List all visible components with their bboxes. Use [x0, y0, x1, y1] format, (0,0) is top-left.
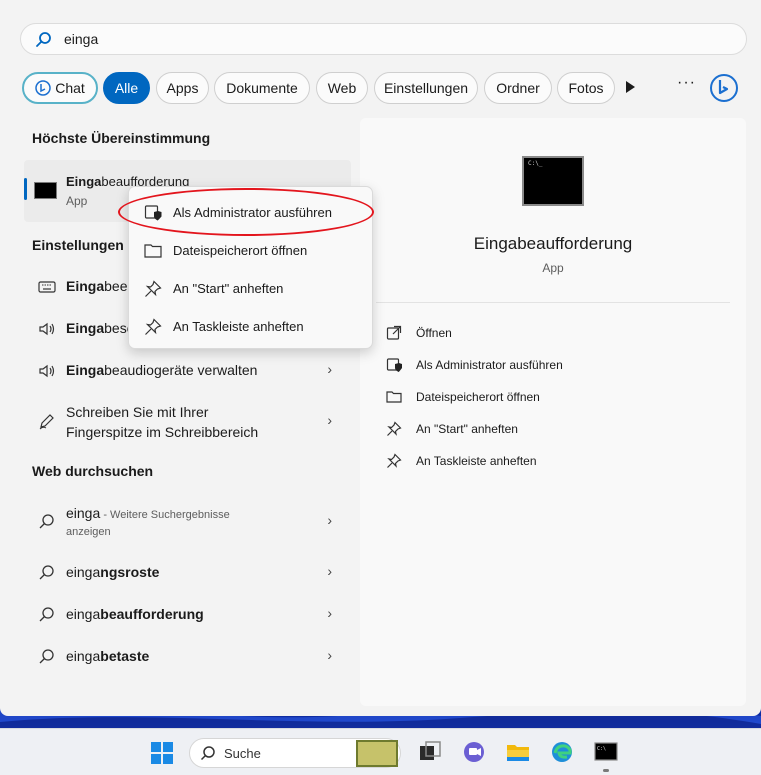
settings-item-label: Eingabesc: [66, 320, 134, 336]
settings-item-label-line1: Schreiben Sie mit Ihrer: [66, 404, 209, 420]
settings-item-label: Eingabeaudiogeräte verwalten: [66, 362, 258, 378]
chevron-right-icon: ›: [327, 647, 332, 663]
folder-icon: [386, 391, 402, 403]
detail-title: Eingabeaufforderung: [473, 234, 633, 253]
filter-chat[interactable]: Chat: [22, 72, 98, 104]
filter-bar: Chat Alle Apps Dokumente Web Einstellung…: [20, 72, 755, 104]
svg-text:C:\: C:\: [597, 746, 606, 752]
pin-icon: [387, 453, 402, 468]
context-item-label: An Taskleiste anheften: [173, 319, 304, 334]
chevron-right-icon: ›: [327, 512, 332, 528]
best-match-type: App: [66, 194, 88, 208]
bing-chat-icon: [35, 80, 51, 96]
filter-fotos[interactable]: Fotos: [557, 72, 615, 104]
search-icon: [39, 649, 54, 664]
web-search-heading: Web durchsuchen: [32, 463, 154, 479]
web-item[interactable]: eingabeaufforderung ›: [32, 596, 342, 632]
settings-item[interactable]: Eingabeaudiogeräte verwalten ›: [32, 352, 342, 388]
search-icon: [200, 746, 215, 761]
action-label: Dateispeicherort öffnen: [416, 390, 540, 404]
folder-icon: [144, 244, 162, 258]
filter-alle[interactable]: Alle: [103, 72, 150, 104]
file-explorer-icon[interactable]: [506, 740, 530, 764]
start-search-panel: einga Chat Alle Apps Dokumente Web Einst…: [0, 0, 761, 716]
speaker-icon: [39, 364, 55, 378]
settings-item-label: Eingabeei: [66, 278, 131, 294]
action-pin-taskbar[interactable]: An Taskleiste anheften: [386, 450, 726, 472]
action-label: An "Start" anheften: [416, 422, 518, 436]
context-pin-taskbar[interactable]: An Taskleiste anheften: [129, 308, 372, 344]
selection-indicator: [24, 178, 27, 200]
taskbar-search-label: Suche: [224, 746, 261, 761]
taskbar-search[interactable]: Suche: [189, 738, 401, 768]
web-item-label: eingabeaufforderung: [66, 606, 204, 622]
search-icon: [39, 514, 54, 529]
action-open[interactable]: Öffnen: [386, 322, 726, 344]
settings-item-label-line2: Fingerspitze im Schreibbereich: [66, 424, 259, 440]
filter-einstellungen[interactable]: Einstellungen: [374, 72, 478, 104]
web-item-label: einga - Weitere Suchergebnisse: [66, 505, 230, 521]
detail-type: App: [542, 261, 564, 275]
bing-icon[interactable]: [708, 72, 740, 104]
web-item[interactable]: einga - Weitere Suchergebnisse anzeigen …: [32, 500, 342, 544]
teams-chat-icon[interactable]: [462, 740, 486, 764]
web-item-hint: anzeigen: [66, 526, 111, 538]
context-item-label: An "Start" anheften: [173, 281, 284, 296]
search-icon: [39, 565, 54, 580]
chevron-right-icon: ›: [327, 563, 332, 579]
action-pin-start[interactable]: An "Start" anheften: [386, 418, 726, 440]
more-options-icon[interactable]: ···: [677, 74, 696, 92]
search-box[interactable]: einga: [20, 23, 747, 55]
windows-start-icon[interactable]: [151, 742, 173, 764]
pen-icon: [39, 414, 54, 430]
settings-item[interactable]: Schreiben Sie mit Ihrer Fingerspitze im …: [32, 395, 342, 445]
settings-heading: Einstellungen: [32, 237, 124, 253]
search-input[interactable]: einga: [64, 31, 98, 47]
web-item[interactable]: eingangsroste ›: [32, 554, 342, 590]
cmd-app-large-icon: C:\_: [522, 156, 584, 206]
divider: [376, 302, 730, 303]
running-indicator: [603, 769, 609, 772]
cmd-app-icon: [34, 182, 57, 199]
context-open-location[interactable]: Dateispeicherort öffnen: [129, 232, 372, 268]
best-match-heading: Höchste Übereinstimmung: [32, 130, 211, 146]
task-view-icon[interactable]: [418, 740, 442, 764]
web-item[interactable]: eingabetaste ›: [32, 638, 342, 674]
cmd-taskbar-icon[interactable]: C:\: [594, 740, 618, 764]
pin-icon: [145, 318, 162, 335]
context-pin-start[interactable]: An "Start" anheften: [129, 270, 372, 306]
filter-ordner[interactable]: Ordner: [484, 72, 552, 104]
filter-chat-label: Chat: [55, 80, 85, 96]
open-external-icon: [386, 325, 402, 340]
filter-web[interactable]: Web: [316, 72, 368, 104]
keyboard-icon: [38, 281, 56, 293]
action-run-as-admin[interactable]: Als Administrator ausführen: [386, 354, 726, 376]
pin-icon: [145, 280, 162, 297]
action-open-location[interactable]: Dateispeicherort öffnen: [386, 386, 726, 408]
action-label: Öffnen: [416, 326, 452, 340]
search-icon: [39, 607, 54, 622]
edge-icon[interactable]: [550, 740, 574, 764]
shield-icon: [386, 358, 402, 372]
annotation-highlight-ring: [118, 188, 374, 236]
chevron-right-icon: ›: [327, 412, 332, 428]
action-label: An Taskleiste anheften: [416, 454, 537, 468]
speaker-icon: [39, 322, 55, 336]
taskbar: Suche C:\: [0, 728, 761, 775]
chevron-right-icon: ›: [327, 605, 332, 621]
filter-dokumente[interactable]: Dokumente: [214, 72, 310, 104]
pin-icon: [387, 421, 402, 436]
search-icon: [36, 32, 51, 47]
action-label: Als Administrator ausführen: [416, 358, 563, 372]
context-item-label: Dateispeicherort öffnen: [173, 243, 308, 258]
filter-apps[interactable]: Apps: [156, 72, 209, 104]
web-item-label: eingangsroste: [66, 564, 160, 580]
chevron-right-icon: ›: [327, 361, 332, 377]
search-highlight-image: [356, 740, 398, 767]
detail-pane: C:\_ Eingabeaufforderung App Öffnen Als …: [360, 118, 746, 706]
scroll-right-icon[interactable]: [626, 81, 635, 93]
web-item-label: eingabetaste: [66, 648, 150, 664]
